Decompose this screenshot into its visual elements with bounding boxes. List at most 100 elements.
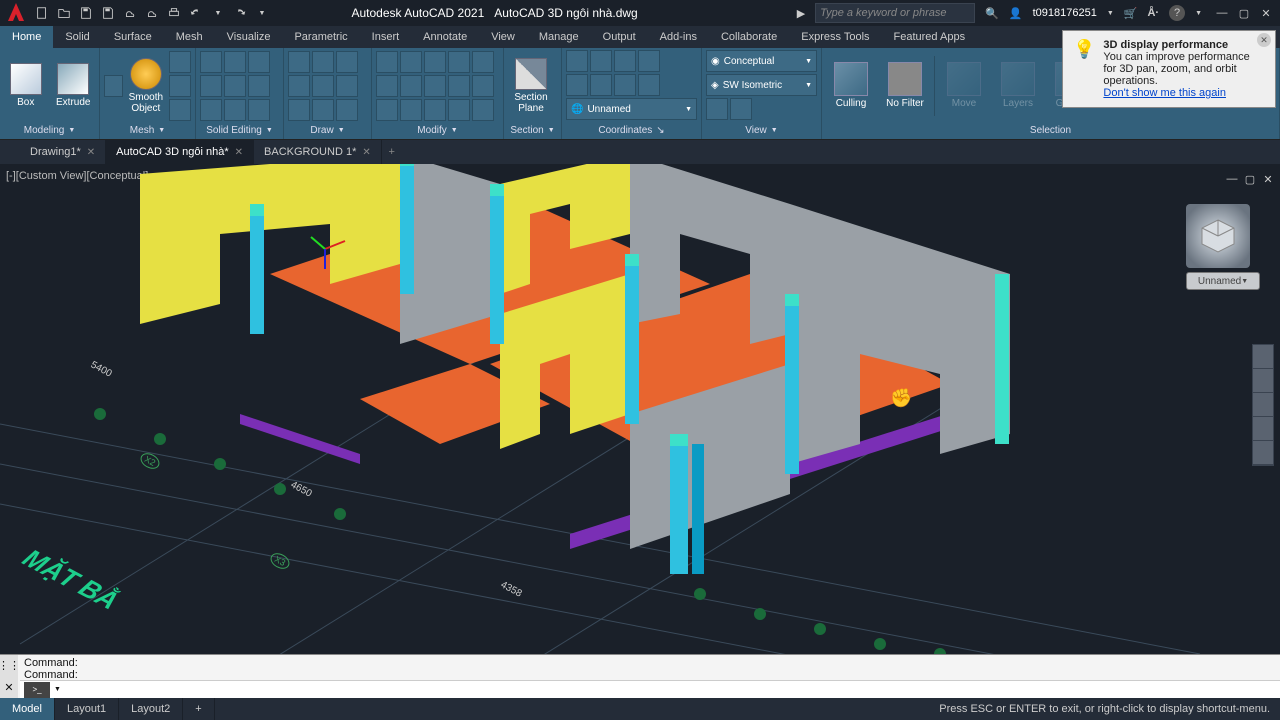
- draw-rect-icon[interactable]: [312, 75, 334, 97]
- mod-erase[interactable]: [448, 51, 470, 73]
- print-icon[interactable]: [164, 3, 184, 23]
- draw-poly-icon[interactable]: [312, 99, 334, 121]
- user-name[interactable]: t0918176251: [1033, 7, 1097, 19]
- tab-solid[interactable]: Solid: [53, 26, 101, 48]
- maximize-button[interactable]: ▢: [1234, 3, 1254, 23]
- cmd-prompt-icon[interactable]: >_: [24, 682, 50, 698]
- ucs-5[interactable]: [566, 74, 588, 96]
- ucs-4[interactable]: [638, 50, 660, 72]
- apps-icon[interactable]: Å·: [1147, 7, 1159, 19]
- se-8[interactable]: [224, 99, 246, 121]
- layers-button[interactable]: Layers: [993, 62, 1043, 109]
- doc-tab-3[interactable]: BACKGROUND 1*✕: [254, 140, 382, 164]
- panel-modify-title[interactable]: Modify▼: [376, 121, 499, 139]
- mod-mirror[interactable]: [400, 75, 422, 97]
- mod-explode[interactable]: [448, 75, 470, 97]
- layout-tab-1[interactable]: Layout1: [55, 698, 119, 720]
- tab-mesh[interactable]: Mesh: [164, 26, 215, 48]
- draw-hatch-icon[interactable]: [288, 99, 310, 121]
- panel-section-title[interactable]: Section▼: [508, 121, 557, 139]
- se-5[interactable]: [224, 75, 246, 97]
- qat-dropdown-icon[interactable]: ▼: [208, 3, 228, 23]
- saveas-icon[interactable]: [98, 3, 118, 23]
- visual-style-dropdown[interactable]: ◉Conceptual▼: [706, 50, 817, 72]
- mod-copy[interactable]: [376, 75, 398, 97]
- tab-manage[interactable]: Manage: [527, 26, 591, 48]
- tab-surface[interactable]: Surface: [102, 26, 164, 48]
- layout-tab-2[interactable]: Layout2: [119, 698, 183, 720]
- redo-icon[interactable]: [230, 3, 250, 23]
- viewcube[interactable]: [1186, 204, 1250, 268]
- ucs-6[interactable]: [590, 74, 612, 96]
- mod-3dmove[interactable]: [472, 51, 494, 73]
- tab-featured[interactable]: Featured Apps: [882, 26, 978, 48]
- ucs-name-dropdown[interactable]: 🌐Unnamed▼: [566, 98, 697, 120]
- minimize-button[interactable]: —: [1212, 3, 1232, 23]
- drawing-viewport[interactable]: [-][Custom View][Conceptual] — ▢ ✕: [0, 164, 1280, 654]
- se-3[interactable]: [248, 51, 270, 73]
- box-button[interactable]: Box: [4, 63, 48, 108]
- mod-rotate[interactable]: [400, 51, 422, 73]
- tab-view[interactable]: View: [479, 26, 527, 48]
- mod-trim[interactable]: [424, 51, 446, 73]
- close-button[interactable]: ✕: [1256, 3, 1276, 23]
- move-gizmo-button[interactable]: Move: [939, 62, 989, 109]
- nav-zoom-icon[interactable]: [1253, 393, 1273, 417]
- undo-icon[interactable]: [186, 3, 206, 23]
- ucs-1[interactable]: [566, 50, 588, 72]
- panel-coords-title[interactable]: Coordinates↘: [566, 121, 697, 139]
- draw-ellipse-icon[interactable]: [336, 75, 358, 97]
- mod-3drotate[interactable]: [472, 75, 494, 97]
- mesh-btn2[interactable]: [169, 75, 191, 97]
- close-icon[interactable]: ✕: [87, 147, 95, 158]
- command-input[interactable]: >_▼: [20, 680, 1280, 698]
- tab-annotate[interactable]: Annotate: [411, 26, 479, 48]
- panel-mesh-title[interactable]: Mesh▼: [104, 121, 191, 139]
- close-icon[interactable]: ✕: [235, 147, 243, 158]
- help-icon[interactable]: ?: [1169, 5, 1185, 21]
- cloud-save-icon[interactable]: [142, 3, 162, 23]
- ucs-3[interactable]: [614, 50, 636, 72]
- ucs-8[interactable]: [638, 74, 660, 96]
- ucs-2[interactable]: [590, 50, 612, 72]
- cloud-open-icon[interactable]: [120, 3, 140, 23]
- panel-view-title[interactable]: View▼: [706, 121, 817, 139]
- viewcube-ucs-label[interactable]: Unnamed ▼: [1186, 272, 1260, 290]
- close-icon[interactable]: ✕: [362, 147, 370, 158]
- qat-dropdown2-icon[interactable]: ▼: [252, 3, 272, 23]
- mod-fillet[interactable]: [424, 75, 446, 97]
- share-icon[interactable]: ▶: [797, 7, 805, 20]
- mod-scale[interactable]: [400, 99, 422, 121]
- se-4[interactable]: [200, 75, 222, 97]
- tab-parametric[interactable]: Parametric: [282, 26, 359, 48]
- culling-button[interactable]: Culling: [826, 62, 876, 109]
- ucs-7[interactable]: [614, 74, 636, 96]
- tab-express[interactable]: Express Tools: [789, 26, 881, 48]
- navigation-bar[interactable]: [1252, 344, 1274, 466]
- layout-tab-model[interactable]: Model: [0, 698, 55, 720]
- new-icon[interactable]: [32, 3, 52, 23]
- doc-tab-2[interactable]: AutoCAD 3D ngôi nhà*✕: [106, 140, 254, 164]
- se-2[interactable]: [224, 51, 246, 73]
- open-icon[interactable]: [54, 3, 74, 23]
- mod-array[interactable]: [424, 99, 446, 121]
- tab-insert[interactable]: Insert: [360, 26, 412, 48]
- layout-add-button[interactable]: +: [183, 698, 214, 720]
- notif-dismiss-link[interactable]: Don't show me this again: [1103, 87, 1226, 99]
- polysolid-icon[interactable]: [104, 75, 123, 97]
- se-9[interactable]: [248, 99, 270, 121]
- save-icon[interactable]: [76, 3, 96, 23]
- cart-icon[interactable]: 🛒: [1124, 7, 1138, 20]
- help-dropdown-icon[interactable]: ▼: [1195, 10, 1202, 17]
- nofilter-button[interactable]: No Filter: [880, 62, 930, 109]
- mesh-btn3[interactable]: [169, 99, 191, 121]
- cmd-drag-handle[interactable]: ⋮⋮✕: [0, 655, 18, 698]
- nav-pan-icon[interactable]: [1253, 369, 1273, 393]
- smooth-button[interactable]: Smooth Object: [127, 58, 165, 114]
- view-iso-dropdown[interactable]: ◈SW Isometric▼: [706, 74, 817, 96]
- draw-line-icon[interactable]: [288, 51, 310, 73]
- view-opt2[interactable]: [730, 98, 752, 120]
- section-plane-button[interactable]: Section Plane: [508, 58, 554, 114]
- nav-orbit-icon[interactable]: [1253, 417, 1273, 441]
- panel-solidedit-title[interactable]: Solid Editing▼: [200, 121, 279, 139]
